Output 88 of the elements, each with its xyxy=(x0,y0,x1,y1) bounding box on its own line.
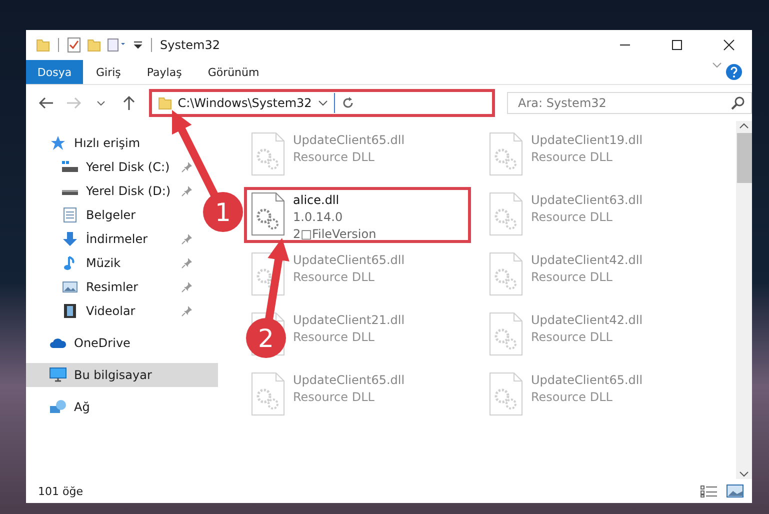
file-name: UpdateClient42.dll xyxy=(531,312,643,329)
caret-icon[interactable] xyxy=(133,40,143,50)
pin-icon[interactable] xyxy=(181,257,193,269)
sidebar-item[interactable]: Müzik xyxy=(26,251,125,275)
maximize-icon xyxy=(671,39,683,51)
address-path: C:\Windows\System32 xyxy=(178,96,312,110)
back-icon xyxy=(38,95,54,111)
scroll-down-icon[interactable] xyxy=(739,469,749,479)
file-detail: Resource DLL xyxy=(293,329,376,346)
close-icon xyxy=(723,39,735,51)
chevron-down-icon[interactable] xyxy=(318,98,328,108)
file-detail: Resource DLL xyxy=(531,269,614,286)
details-view-icon[interactable] xyxy=(700,484,718,498)
drive-icon xyxy=(61,160,79,174)
file-name: UpdateClient65.dll xyxy=(293,252,405,269)
checklist-icon[interactable] xyxy=(67,37,81,53)
sidebar-item[interactable]: Yerel Disk (D:) xyxy=(26,179,175,203)
file-name: UpdateClient19.dll xyxy=(531,132,643,149)
pin-icon[interactable] xyxy=(181,305,193,317)
scroll-up-icon[interactable] xyxy=(739,121,749,131)
file-name: UpdateClient21.dll xyxy=(293,312,405,329)
pin-icon[interactable] xyxy=(181,185,193,197)
address-bar[interactable]: C:\Windows\System32 xyxy=(148,89,496,117)
sidebar-item[interactable]: Hızlı erişim xyxy=(26,131,144,155)
sidebar-item[interactable]: Belgeler xyxy=(26,203,140,227)
file-menu-tab[interactable]: Dosya xyxy=(26,60,83,84)
file-detail: Resource DLL xyxy=(293,149,376,166)
dll-file-icon xyxy=(251,372,285,416)
sidebar-item[interactable]: Resimler xyxy=(26,275,142,299)
file-name: UpdateClient65.dll xyxy=(293,372,405,389)
file-detail: Resource DLL xyxy=(531,209,614,226)
dll-file-icon xyxy=(489,192,523,236)
folder-icon xyxy=(36,38,50,52)
sidebar-item[interactable]: İndirmeler xyxy=(26,227,152,251)
up-icon xyxy=(120,95,137,111)
chevron-down-icon xyxy=(97,100,106,106)
pin-icon[interactable] xyxy=(181,281,193,293)
dll-file-icon xyxy=(489,252,523,296)
star-icon xyxy=(50,135,66,151)
dll-file-icon xyxy=(489,312,523,356)
step-number-badge: 1 xyxy=(203,192,243,232)
dll-file-icon xyxy=(251,132,285,176)
film-icon xyxy=(63,303,77,319)
ribbon-tab[interactable]: Paylaş xyxy=(134,60,195,84)
file-name: UpdateClient65.dll xyxy=(293,132,405,149)
file-name: UpdateClient65.dll xyxy=(531,372,643,389)
file-detail: 2□FileVersion xyxy=(293,226,376,243)
search-field[interactable]: Ara: System32 xyxy=(507,92,752,114)
sidebar-item[interactable]: OneDrive xyxy=(26,331,134,355)
scrollbar[interactable] xyxy=(736,121,752,479)
file-detail: Resource DLL xyxy=(293,389,376,406)
ribbon-tab[interactable]: Görünüm xyxy=(194,60,272,84)
file-detail: Resource DLL xyxy=(293,269,376,286)
file-detail: Resource DLL xyxy=(531,149,614,166)
dll-file-icon xyxy=(251,192,285,236)
help-icon[interactable] xyxy=(726,64,742,80)
sidebar-item[interactable]: Yerel Disk (C:) xyxy=(26,155,174,179)
item-count: 101 öğe xyxy=(38,484,83,498)
ribbon-tab[interactable]: Giriş xyxy=(83,60,134,84)
refresh-icon[interactable] xyxy=(340,96,355,110)
file-name: alice.dll xyxy=(293,192,340,209)
file-name: UpdateClient42.dll xyxy=(531,252,643,269)
file-name: UpdateClient63.dll xyxy=(531,192,643,209)
picture-icon xyxy=(62,280,78,294)
search-icon xyxy=(731,96,746,110)
folder-icon xyxy=(158,96,172,110)
step-number-badge: 2 xyxy=(246,318,286,358)
file-detail: Resource DLL xyxy=(531,329,614,346)
cloud-icon xyxy=(49,337,67,349)
scroll-thumb[interactable] xyxy=(736,133,752,183)
network-icon xyxy=(49,399,67,415)
dll-file-icon xyxy=(489,372,523,416)
sidebar-item[interactable]: Bu bilgisayar xyxy=(26,363,156,387)
window-title: System32 xyxy=(160,38,220,52)
pin-icon[interactable] xyxy=(181,161,193,173)
monitor-icon xyxy=(49,367,67,383)
highlighted-file-item[interactable]: alice.dll 1.0.14.0 2□FileVersion xyxy=(244,187,471,243)
sidebar-item[interactable]: Videolar xyxy=(26,299,140,323)
large-icons-view-icon[interactable] xyxy=(726,484,744,498)
pin-icon[interactable] xyxy=(181,233,193,245)
document-icon xyxy=(63,207,77,223)
file-detail: Resource DLL xyxy=(531,389,614,406)
forward-icon xyxy=(66,95,82,111)
dll-file-icon xyxy=(489,132,523,176)
download-arrow-icon xyxy=(62,231,78,247)
file-detail: 1.0.14.0 xyxy=(293,209,344,226)
music-note-icon xyxy=(63,255,77,271)
sidebar-item[interactable]: Ağ xyxy=(26,395,94,419)
